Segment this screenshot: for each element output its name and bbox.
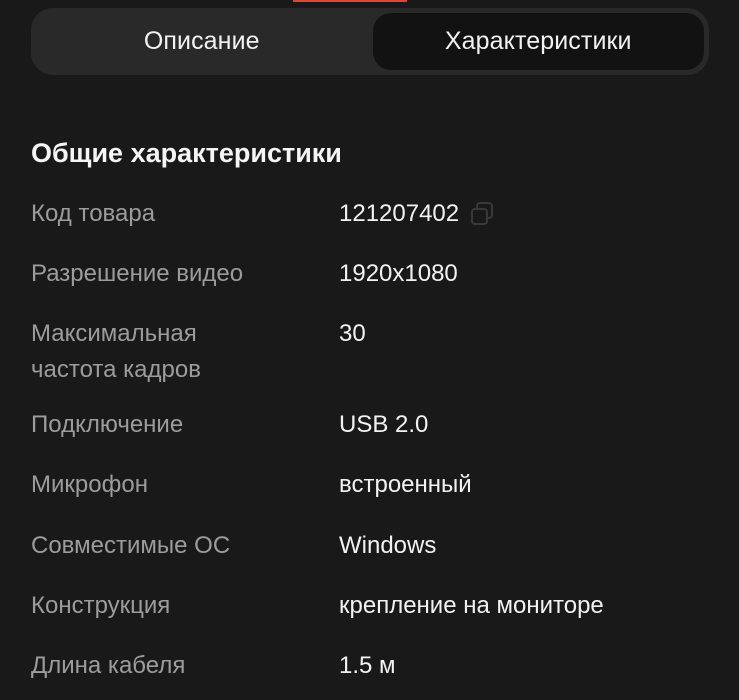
tab-bar: Описание Характеристики (31, 8, 709, 75)
spec-row-compatible-os: Совместимые ОС Windows (31, 528, 721, 564)
spec-label: Максимальная частота кадров (31, 320, 201, 383)
spec-value: 1.5 м (339, 652, 396, 679)
spec-row-connection: Подключение USB 2.0 (31, 407, 721, 443)
spec-label: Конструкция (31, 592, 171, 619)
spec-value: 121207402 (339, 200, 460, 227)
spec-row-cable-length: Длина кабеля 1.5 м (31, 648, 721, 684)
spec-value: USB 2.0 (339, 411, 429, 438)
spec-label: Подключение (31, 411, 184, 438)
spec-label: Разрешение видео (31, 260, 244, 287)
tab-characteristics[interactable]: Характеристики (372, 13, 704, 70)
spec-row-max-frame-rate: Максимальная частота кадров 30 (31, 316, 721, 388)
spec-value-wrapper: 121207402 (339, 196, 495, 232)
spec-row-construction: Конструкция крепление на мониторе (31, 588, 721, 624)
spec-value: Windows (339, 532, 437, 559)
spec-label: Длина кабеля (31, 652, 186, 679)
spec-value: 1920x1080 (339, 260, 458, 287)
spec-label: Совместимые ОС (31, 532, 231, 559)
active-indicator-line (293, 0, 407, 2)
spec-value: крепление на мониторе (339, 592, 604, 619)
tab-description[interactable]: Описание (36, 13, 368, 70)
spec-row-video-resolution: Разрешение видео 1920x1080 (31, 256, 721, 292)
spec-value: 30 (339, 320, 366, 347)
spec-label: Микрофон (31, 471, 148, 498)
spec-row-product-code: Код товара 121207402 (31, 196, 721, 232)
spec-value: встроенный (339, 471, 472, 498)
section-title: Общие характеристики (31, 138, 342, 168)
spec-label: Код товара (31, 200, 156, 227)
copy-icon[interactable] (469, 201, 495, 227)
spec-row-microphone: Микрофон встроенный (31, 467, 721, 503)
